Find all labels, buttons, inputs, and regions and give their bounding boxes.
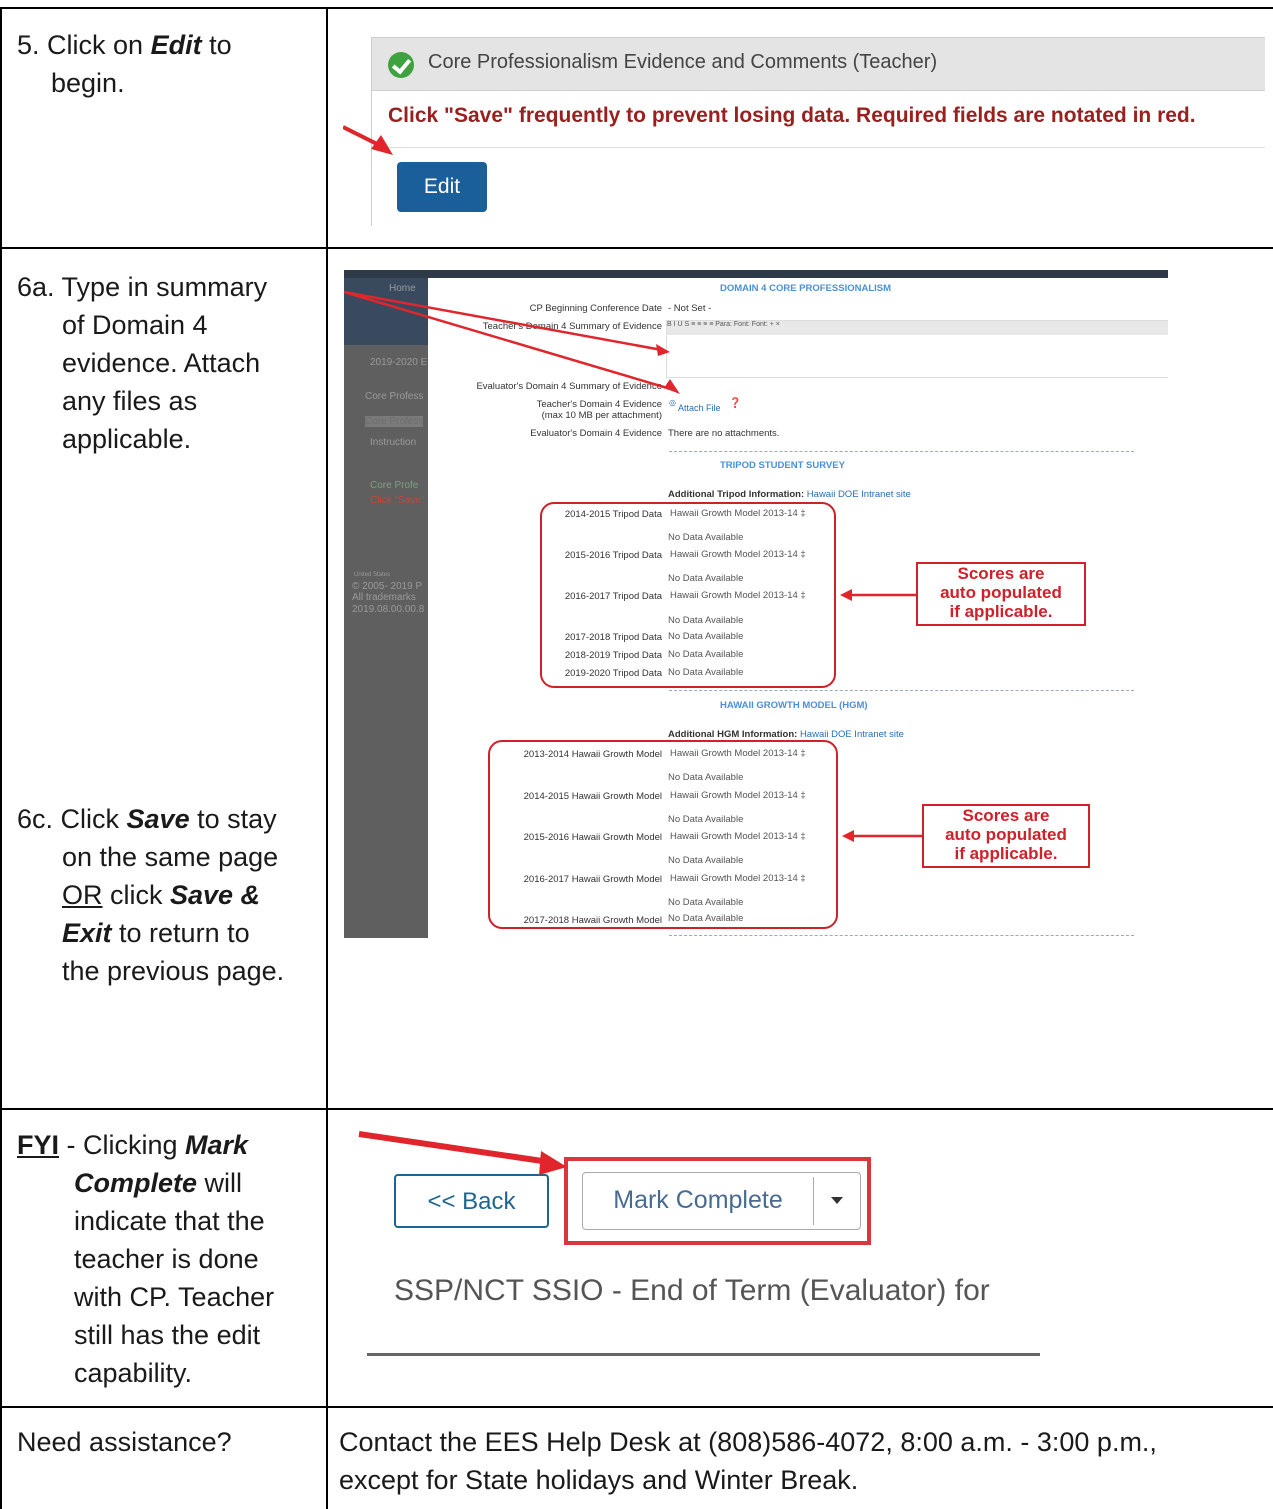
hgm-intranet-link[interactable]: Hawaii DOE Intranet site [800,729,904,740]
sidebar-item-year[interactable]: 2019-2020 E [370,357,427,368]
sidebar-footer-trademarks: All trademarks [352,592,416,603]
save-keyword: Save [126,804,190,834]
tripod-callout: Scores are auto populated if applicable. [916,562,1086,626]
step-6a-instruction: 6a. Type in summary of Domain 4 evidence… [17,272,268,454]
row-divider-1 [0,247,1273,249]
sidebar-footer-country: United States [354,572,391,578]
help-desk-info: Contact the EES Help Desk at (808)586-40… [339,1427,1157,1495]
panel-border [371,89,372,226]
editor-toolbar[interactable]: B I U S ≡ ≡ ≡ ≡ Para: Font: Font: + × [667,321,1168,335]
tripod-info: Additional Tripod Information: Hawaii DO… [668,489,911,500]
sidebar-item-core-prof[interactable]: Core Profess [365,391,423,402]
section-hgm: HAWAII GROWTH MODEL (HGM) [720,700,868,711]
attach-file-link[interactable]: Attach File [678,403,721,413]
divider-3 [669,935,1134,936]
screenshot-mark-complete: << Back Mark Complete SSP/NCT SSIO - End… [343,1129,1040,1357]
evaluator-evidence-label: Evaluator's Domain 4 Evidence [530,428,662,439]
row-divider-2 [0,1108,1273,1110]
cp-date-value: - Not Set - [668,303,712,314]
hgm-info: Additional HGM Information: Hawaii DOE I… [668,729,904,740]
table-border-top [0,7,1273,9]
row-divider-3 [0,1406,1273,1408]
back-button[interactable]: << Back [394,1174,549,1228]
teacher-summary-label: Teacher's Domain 4 Summary of Evidence [482,321,662,332]
mark-complete-button[interactable]: Mark Complete [582,1172,861,1230]
tripod-intranet-link[interactable]: Hawaii DOE Intranet site [807,489,911,500]
teacher-evidence-sub: (max 10 MB per attachment) [541,410,662,421]
help-icon[interactable]: ❓ [729,398,741,409]
heading-underline [367,1353,1040,1356]
attach-icon[interactable]: ◎ [669,398,676,407]
sidebar-core-prof-note: Core Profe [370,480,419,491]
table-column-divider [326,7,328,1509]
sidebar-save-note: Click "Save" [370,495,425,506]
divider-1 [669,451,1134,452]
edit-button[interactable]: Edit [397,162,487,212]
hgm-highlight-box [488,740,838,929]
divider [383,147,1265,148]
sidebar-item-instruction[interactable]: Instruction [370,437,416,448]
panel-title: Core Professionalism Evidence and Commen… [428,51,938,73]
evaluator-evidence-value: There are no attachments. [668,428,780,439]
screenshot-edit-panel: Core Professionalism Evidence and Commen… [343,27,1265,226]
sidebar-home[interactable]: Home [389,283,416,294]
cp-date-label: CP Beginning Conference Date [529,303,662,314]
section-domain4: DOMAIN 4 CORE PROFESSIONALISM [720,283,892,294]
assistance-label: Need assistance? [17,1427,232,1457]
fyi-note: FYI - Clicking Mark Complete will indica… [17,1130,275,1388]
section-tripod: TRIPOD STUDENT SURVEY [720,460,845,471]
check-circle-icon [388,52,414,78]
teacher-evidence-label: Teacher's Domain 4 Evidence [536,399,662,410]
sidebar-footer-version: 2019.08.00.00.8 [352,604,425,615]
step-6c-instruction: 6c. Click Save to stay on the same page … [17,804,285,986]
split-divider [813,1177,814,1225]
step-5-instruction: 5. Click on Edit to begin. [17,30,232,98]
panel-header: Core Professionalism Evidence and Commen… [371,37,1265,91]
chevron-down-icon[interactable] [831,1197,843,1204]
save-warning: Click "Save" frequently to prevent losin… [388,104,1196,127]
sidebar-footer-copyright: © 2005- 2019 P [352,581,423,592]
edit-keyword: Edit [150,30,202,60]
hgm-callout: Scores are auto populated if applicable. [922,804,1090,868]
evaluator-summary-label: Evaluator's Domain 4 Summary of Evidence [476,381,662,392]
mark-complete-label: Mark Complete [613,1186,783,1214]
sidebar-header [344,270,428,345]
top-bar [344,270,1168,278]
teacher-summary-editor[interactable]: B I U S ≡ ≡ ≡ ≡ Para: Font: Font: + × [666,320,1168,378]
table-border-left [0,7,2,1509]
fyi-label: FYI [17,1130,60,1160]
screenshot-domain4-form: Home 2019-2020 E Core Profess Core Profe… [344,270,1168,938]
sidebar-item-core-prof-active[interactable]: Core Profess [365,416,424,427]
page-heading: SSP/NCT SSIO - End of Term (Evaluator) f… [394,1274,990,1307]
save-exit-keyword: Save & [170,880,261,910]
tripod-highlight-box [540,502,836,688]
divider-2 [669,690,1134,691]
